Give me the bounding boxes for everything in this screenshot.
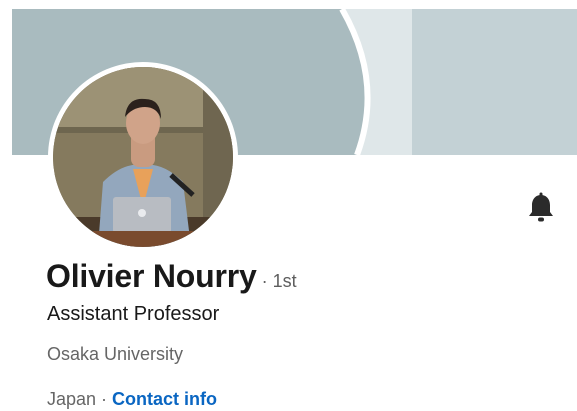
contact-info-link[interactable]: Contact info <box>112 389 217 409</box>
profile-organization: Osaka University <box>47 344 184 364</box>
location-row: Japan · Contact info <box>47 389 217 410</box>
profile-name: Olivier Nourry <box>46 258 257 294</box>
location-separator: · <box>96 389 113 409</box>
profile-location: Japan <box>47 389 97 409</box>
profile-headline: Assistant Professor <box>47 303 220 325</box>
connection-degree: · 1st <box>261 271 297 291</box>
name-row: Olivier Nourry · 1st <box>46 258 297 295</box>
bell-icon[interactable] <box>526 192 556 224</box>
profile-card: Olivier Nourry · 1st Assistant Professor… <box>0 0 577 411</box>
avatar[interactable] <box>53 67 233 247</box>
